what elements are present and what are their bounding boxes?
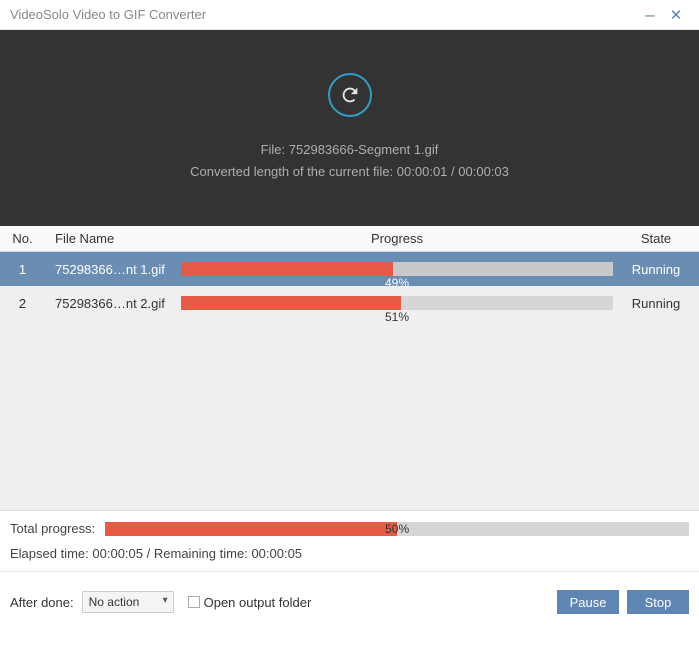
stop-button[interactable]: Stop xyxy=(627,590,689,614)
progress-bar: 51% xyxy=(181,296,613,310)
progress-text: 49% xyxy=(385,276,409,290)
row-no: 1 xyxy=(0,262,45,277)
progress-bar: 49% xyxy=(181,262,613,276)
row-file: 75298366…nt 2.gif xyxy=(45,296,181,311)
total-progress-fill xyxy=(105,522,397,536)
header-file: File Name xyxy=(45,231,181,246)
refresh-icon xyxy=(328,73,372,117)
elapsed-label: Elapsed time: xyxy=(10,546,89,561)
length-sep: / xyxy=(451,164,455,179)
summary-panel: Total progress: 50% Elapsed time: 00:00:… xyxy=(0,510,699,580)
file-name: 752983666-Segment 1.gif xyxy=(289,142,439,157)
row-file: 75298366…nt 1.gif xyxy=(45,262,181,277)
app-title: VideoSolo Video to GIF Converter xyxy=(10,7,637,22)
remaining-value: 00:00:05 xyxy=(251,546,302,561)
row-state: Running xyxy=(613,262,699,277)
total-progress-row: Total progress: 50% xyxy=(10,521,689,536)
time-sep: / xyxy=(147,546,151,561)
close-button[interactable]: ✕ xyxy=(663,6,689,24)
header-state: State xyxy=(613,231,699,246)
file-label: File: xyxy=(261,142,286,157)
header-progress: Progress xyxy=(181,231,613,246)
footer: After done: No action ▾ Open output fold… xyxy=(0,580,699,626)
row-no: 2 xyxy=(0,296,45,311)
total-progress-label: Total progress: xyxy=(10,521,95,536)
titlebar: VideoSolo Video to GIF Converter – ✕ xyxy=(0,0,699,30)
length-current: 00:00:01 xyxy=(397,164,448,179)
divider xyxy=(0,571,699,572)
row-state: Running xyxy=(613,296,699,311)
pause-button[interactable]: Pause xyxy=(557,590,619,614)
length-total: 00:00:03 xyxy=(458,164,509,179)
preview-panel: File: 752983666-Segment 1.gif Converted … xyxy=(0,30,699,226)
table-row[interactable]: 175298366…nt 1.gif49%Running xyxy=(0,252,699,286)
after-done-value: No action xyxy=(89,595,140,609)
elapsed-value: 00:00:05 xyxy=(92,546,143,561)
time-row: Elapsed time: 00:00:05 / Remaining time:… xyxy=(10,546,689,561)
table-header: No. File Name Progress State xyxy=(0,226,699,252)
progress-fill xyxy=(181,296,401,310)
row-progress: 51% xyxy=(181,296,613,310)
remaining-label: Remaining time: xyxy=(154,546,248,561)
length-label: Converted length of the current file: xyxy=(190,164,393,179)
open-folder-label: Open output folder xyxy=(204,595,312,610)
preview-info: File: 752983666-Segment 1.gif Converted … xyxy=(190,139,509,183)
table-body: 175298366…nt 1.gif49%Running275298366…nt… xyxy=(0,252,699,510)
row-progress: 49% xyxy=(181,262,613,276)
minimize-button[interactable]: – xyxy=(637,5,663,25)
after-done-select[interactable]: No action ▾ xyxy=(82,591,174,613)
total-progress-text: 50% xyxy=(385,522,409,536)
header-no: No. xyxy=(0,231,45,246)
open-folder-checkbox[interactable] xyxy=(188,596,200,608)
after-done-label: After done: xyxy=(10,595,74,610)
open-folder-option[interactable]: Open output folder xyxy=(188,595,312,610)
total-progress-bar: 50% xyxy=(105,522,689,536)
spinner-wrap xyxy=(328,73,372,117)
chevron-down-icon: ▾ xyxy=(163,595,168,606)
progress-fill xyxy=(181,262,393,276)
progress-text: 51% xyxy=(385,310,409,324)
table-row[interactable]: 275298366…nt 2.gif51%Running xyxy=(0,286,699,320)
